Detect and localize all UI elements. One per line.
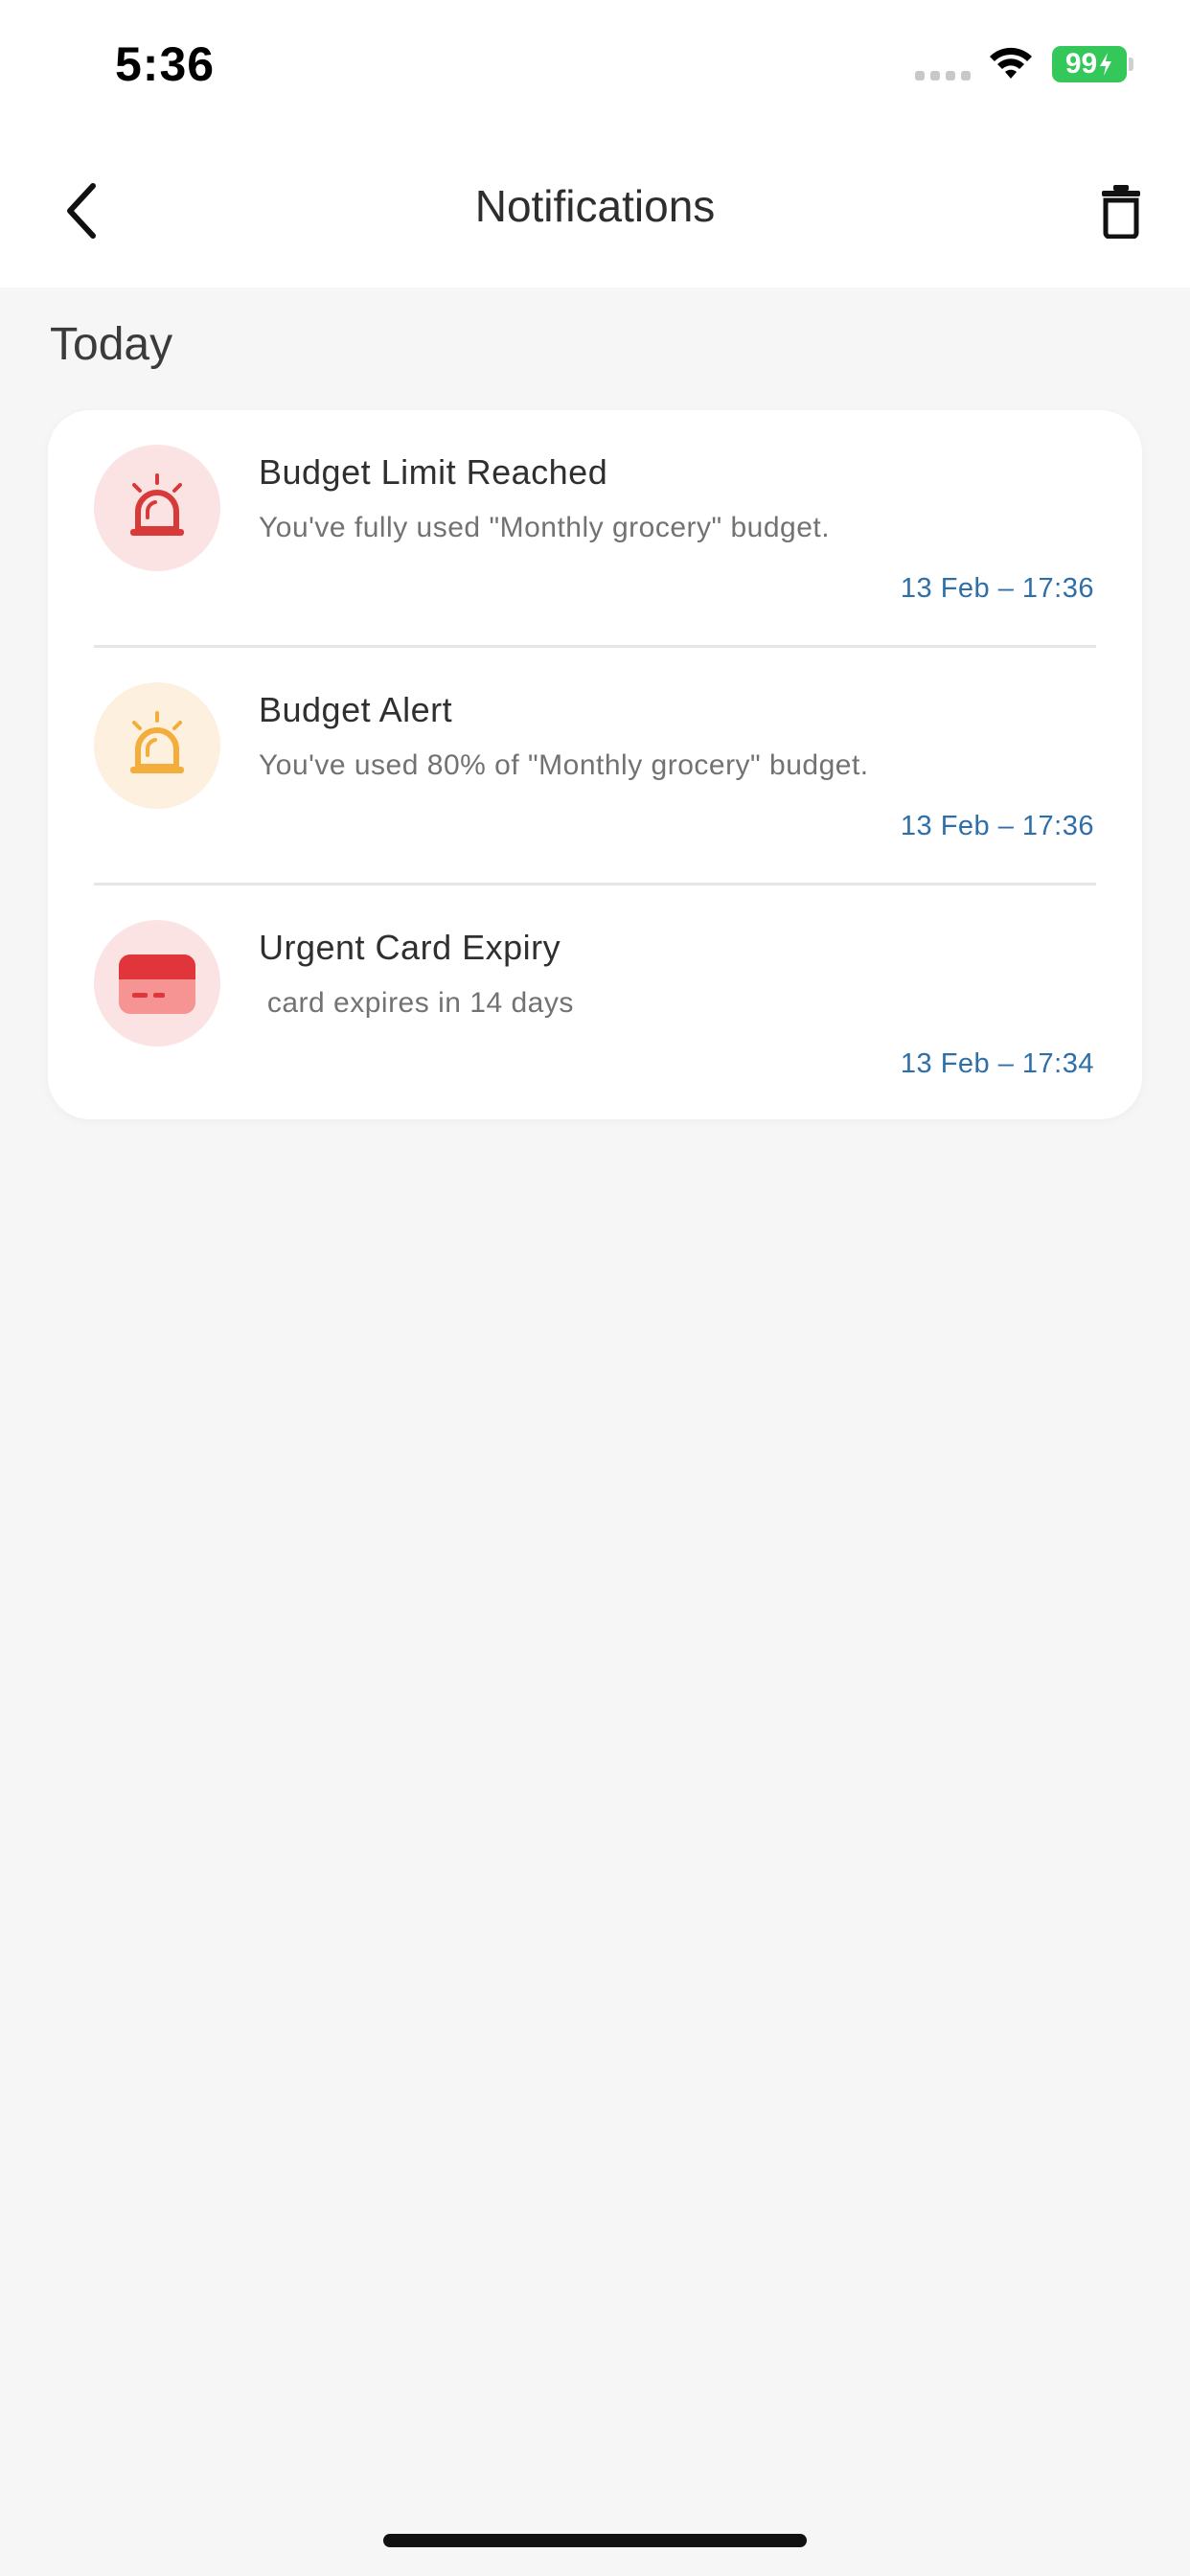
notification-item[interactable]: Budget Limit Reached You've fully used "… — [48, 410, 1142, 648]
battery-level: 99 — [1064, 48, 1098, 80]
trash-icon — [1102, 185, 1140, 239]
credit-card-icon — [119, 954, 195, 1014]
battery-cap — [1129, 58, 1133, 71]
notification-avatar — [94, 682, 220, 809]
notification-body: You've fully used "Monthly grocery" budg… — [259, 512, 831, 543]
charging-battery-icon: 99 — [1052, 46, 1127, 82]
notification-item[interactable]: Budget Alert You've used 80% of "Monthly… — [48, 648, 1142, 886]
status-time: 5:36 — [115, 37, 216, 91]
notification-title: Budget Alert — [259, 690, 453, 729]
navigation-bar: Notifications — [0, 134, 1190, 288]
notification-time: 13 Feb – 17:36 — [900, 811, 1094, 841]
notification-title: Urgent Card Expiry — [259, 928, 561, 967]
notification-item[interactable]: Urgent Card Expiry card expires in 14 da… — [48, 886, 1142, 1123]
signal-icon — [915, 71, 971, 80]
delete-all-button[interactable] — [1092, 172, 1150, 249]
notifications-screen: 5:36 99 Notifications Today Budget Limit… — [0, 0, 1190, 2576]
notification-avatar — [94, 920, 220, 1046]
alarm-siren-icon — [130, 711, 184, 773]
notification-time: 13 Feb – 17:34 — [900, 1048, 1094, 1079]
wifi-icon — [990, 47, 1032, 79]
notification-title: Budget Limit Reached — [259, 452, 608, 492]
section-title-today: Today — [50, 319, 173, 370]
home-indicator[interactable] — [383, 2534, 807, 2547]
notification-avatar — [94, 445, 220, 571]
page-title: Notifications — [474, 181, 716, 231]
notification-body: card expires in 14 days — [259, 987, 574, 1019]
status-bar: 5:36 99 — [0, 0, 1190, 134]
alarm-siren-icon — [130, 473, 184, 536]
notification-body: You've used 80% of "Monthly grocery" bud… — [259, 749, 869, 781]
notification-time: 13 Feb – 17:36 — [900, 573, 1094, 604]
notifications-card: Budget Limit Reached You've fully used "… — [48, 410, 1142, 1119]
